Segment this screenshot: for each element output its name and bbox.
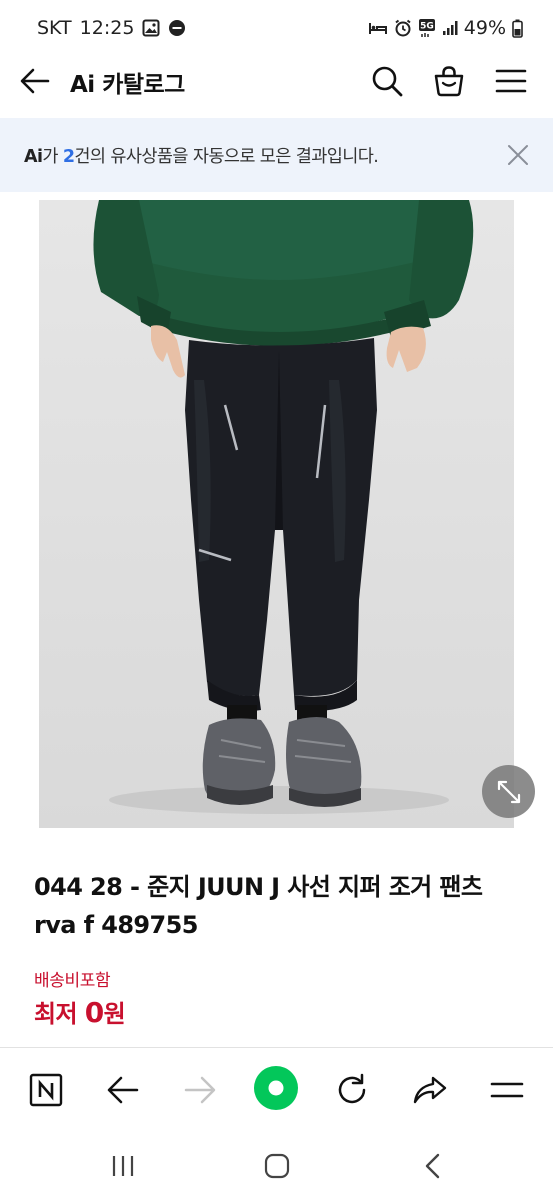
alarm-icon xyxy=(394,19,412,37)
product-image[interactable] xyxy=(39,200,514,828)
notice-ai-label: Ai xyxy=(24,146,43,167)
naver-button[interactable] xyxy=(24,1068,68,1112)
system-nav-bar xyxy=(0,1132,553,1200)
naver-n-icon xyxy=(29,1073,63,1107)
expand-icon xyxy=(497,780,520,803)
recents-icon xyxy=(112,1156,134,1176)
browser-back-button[interactable] xyxy=(101,1068,145,1112)
back-button[interactable] xyxy=(18,64,52,98)
recents-button[interactable] xyxy=(98,1146,148,1186)
search-icon xyxy=(372,66,403,97)
status-bar: SKT 12:25 5G 49% xyxy=(0,0,553,56)
minus-circle-icon xyxy=(168,19,186,37)
home-icon xyxy=(264,1153,290,1179)
arrow-left-icon xyxy=(107,1076,139,1104)
search-button[interactable] xyxy=(368,62,406,100)
menu-icon xyxy=(490,1082,524,1098)
notice-suffix: 건의 유사상품을 자동으로 모은 결과입니다. xyxy=(74,146,379,167)
green-dot-icon xyxy=(254,1066,298,1110)
network-label: 5G xyxy=(420,22,434,32)
page-title: Ai 카탈로그 xyxy=(70,72,185,98)
signal-icon xyxy=(442,20,458,36)
gallery-icon xyxy=(142,19,160,37)
lowest-price: 최저 0원 xyxy=(34,994,126,1029)
browser-toolbar xyxy=(0,1048,553,1132)
shipping-label: 배송비포함 xyxy=(34,971,111,991)
carrier-label: SKT xyxy=(37,17,72,39)
cart-icon xyxy=(434,66,464,97)
price-label: 최저 xyxy=(34,1000,85,1028)
app-header: Ai 카탈로그 xyxy=(0,56,553,118)
share-button[interactable] xyxy=(408,1068,452,1112)
close-icon xyxy=(508,145,528,165)
notice-count: 2 xyxy=(62,146,75,167)
arrow-left-icon xyxy=(20,68,50,94)
refresh-icon xyxy=(338,1073,366,1104)
browser-menu-button[interactable] xyxy=(485,1068,529,1112)
home-button[interactable] xyxy=(252,1064,300,1112)
browser-forward-button[interactable] xyxy=(178,1068,222,1112)
expand-image-button[interactable] xyxy=(482,765,535,818)
refresh-button[interactable] xyxy=(330,1068,374,1112)
status-right: 5G 49% xyxy=(368,17,523,39)
notice-prefix: 가 xyxy=(42,146,63,167)
ai-notice-banner: Ai가 2건의 유사상품을 자동으로 모은 결과입니다. xyxy=(0,118,553,192)
battery-icon xyxy=(512,19,523,38)
menu-button[interactable] xyxy=(492,62,530,100)
arrow-right-icon xyxy=(184,1076,216,1104)
hamburger-icon xyxy=(495,69,527,93)
notice-text: Ai가 2건의 유사상품을 자동으로 모은 결과입니다. xyxy=(24,143,379,168)
bed-icon xyxy=(368,20,388,36)
price-value: 0 xyxy=(84,996,104,1029)
cart-button[interactable] xyxy=(430,62,468,100)
product-title: 044 28 - 준지 JUUN J 사선 지퍼 조거 팬츠 rva f 489… xyxy=(34,873,483,939)
close-notice-button[interactable] xyxy=(505,142,531,168)
network-badge: 5G xyxy=(418,18,436,38)
home-nav-button[interactable] xyxy=(252,1146,302,1186)
product-photo xyxy=(39,200,514,828)
chevron-left-icon xyxy=(425,1153,440,1179)
price-unit: 원 xyxy=(103,1000,126,1028)
clock: 12:25 xyxy=(79,17,135,39)
battery-percent: 49% xyxy=(463,17,506,39)
share-icon xyxy=(413,1076,447,1104)
status-left: SKT 12:25 xyxy=(37,17,186,39)
back-nav-button[interactable] xyxy=(408,1146,458,1186)
